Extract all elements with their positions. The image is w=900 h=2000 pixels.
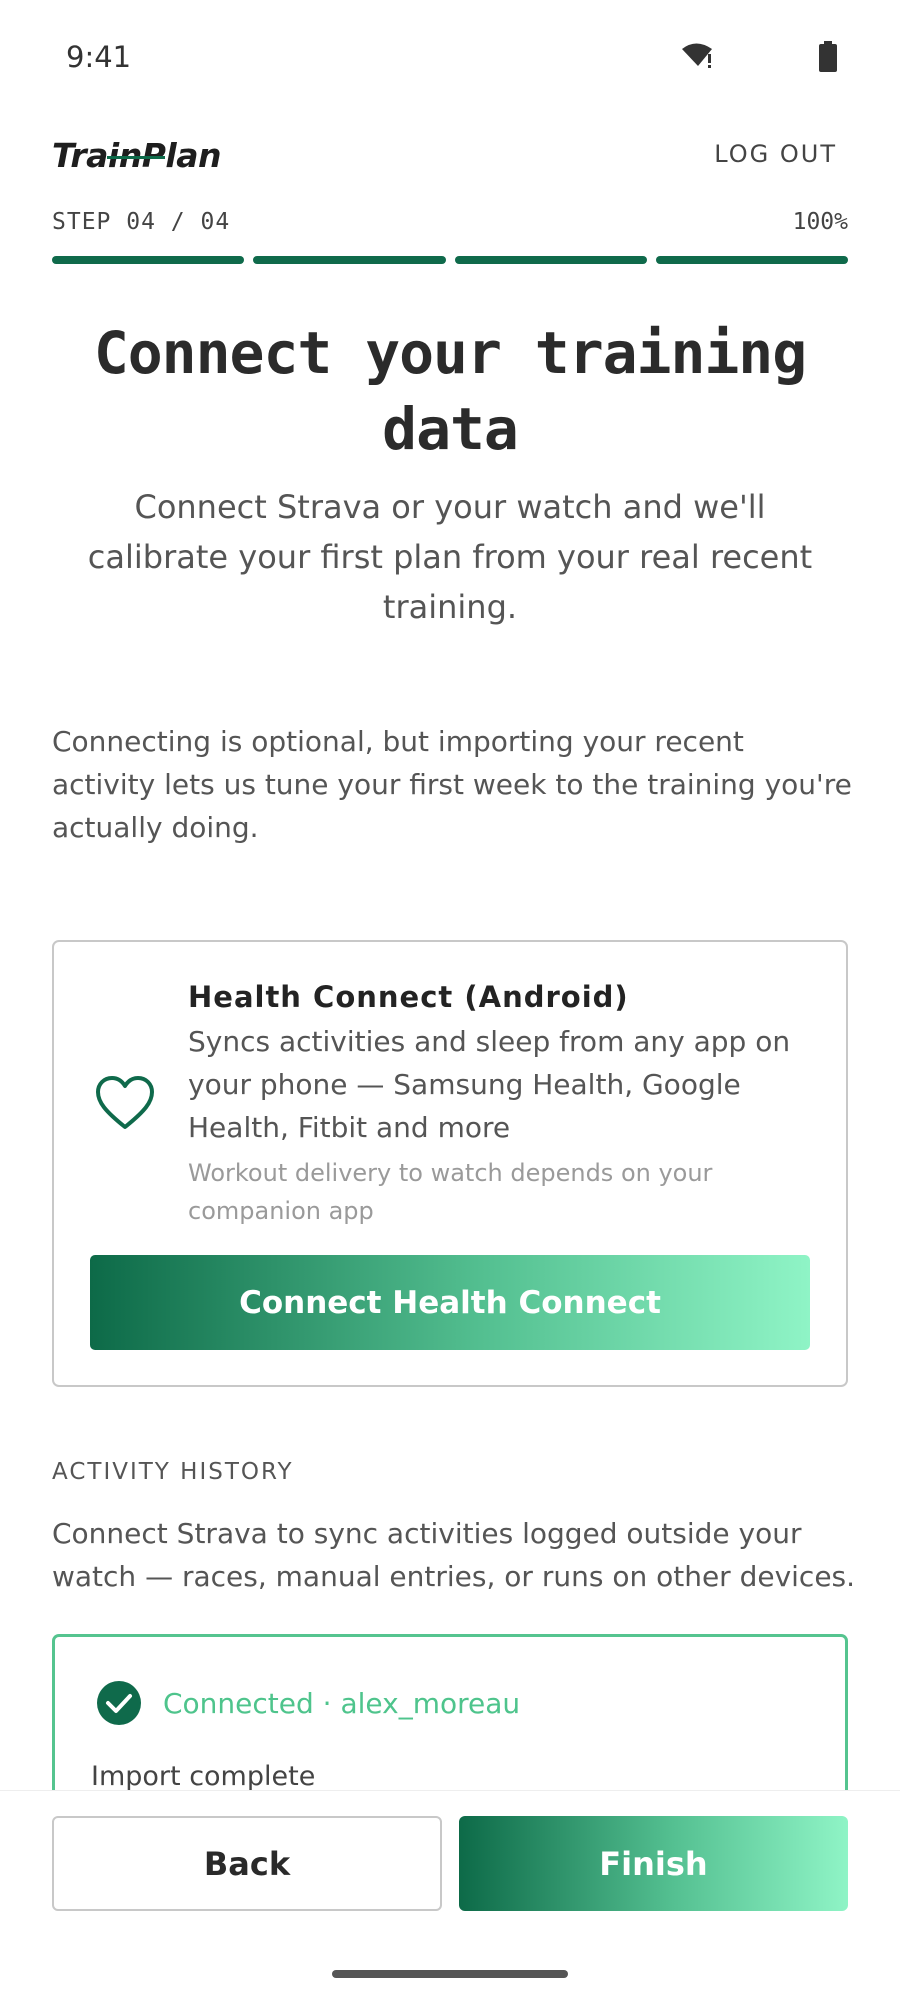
section-heading-activity-history: ACTIVITY HISTORY	[52, 1459, 294, 1485]
health-connect-title: Health Connect (Android)	[188, 980, 629, 1014]
health-connect-card: Health Connect (Android) Syncs activitie…	[52, 940, 848, 1387]
finish-button[interactable]: Finish	[459, 1816, 848, 1911]
home-indicator[interactable]	[332, 1970, 568, 1978]
progress-bar	[52, 256, 848, 264]
check-circle-icon	[97, 1681, 141, 1725]
heart-icon	[96, 1076, 154, 1129]
progress-segment	[454, 256, 647, 264]
brand-logo-stroke	[107, 156, 165, 159]
intro-text: Connecting is optional, but importing yo…	[52, 725, 852, 844]
back-button[interactable]: Back	[52, 1816, 442, 1911]
progress-segment	[52, 256, 245, 264]
wifi-icon	[682, 43, 712, 68]
activity-history-description: Connect Strava to sync activities logged…	[52, 1517, 856, 1593]
status-bar: 9:41	[0, 0, 900, 110]
bottom-action-bar: Back Finish	[0, 1790, 900, 2000]
logout-button[interactable]: LOG OUT	[714, 140, 837, 168]
progress-segment	[253, 256, 446, 264]
strava-card: Connected · alex_moreau Import complete	[52, 1634, 848, 1794]
status-time: 9:41	[66, 40, 132, 74]
health-connect-note: Workout delivery to watch depends on you…	[188, 1159, 713, 1225]
progress-segment	[655, 256, 848, 264]
battery-icon	[819, 41, 837, 72]
progress-percent: 100%	[792, 209, 848, 235]
strava-import-status: Import complete	[91, 1761, 316, 1792]
brand-logo: TrainPlan	[52, 136, 222, 175]
page-title: Connect your training data	[93, 319, 807, 463]
health-connect-description: Syncs activities and sleep from any app …	[188, 1025, 791, 1144]
connect-health-connect-button[interactable]: Connect Health Connect	[90, 1255, 810, 1350]
page-subtitle: Connect Strava or your watch and we'll c…	[87, 488, 813, 626]
step-indicator: STEP 04 / 04	[52, 209, 231, 235]
strava-connected-status: Connected · alex_moreau	[163, 1687, 521, 1720]
